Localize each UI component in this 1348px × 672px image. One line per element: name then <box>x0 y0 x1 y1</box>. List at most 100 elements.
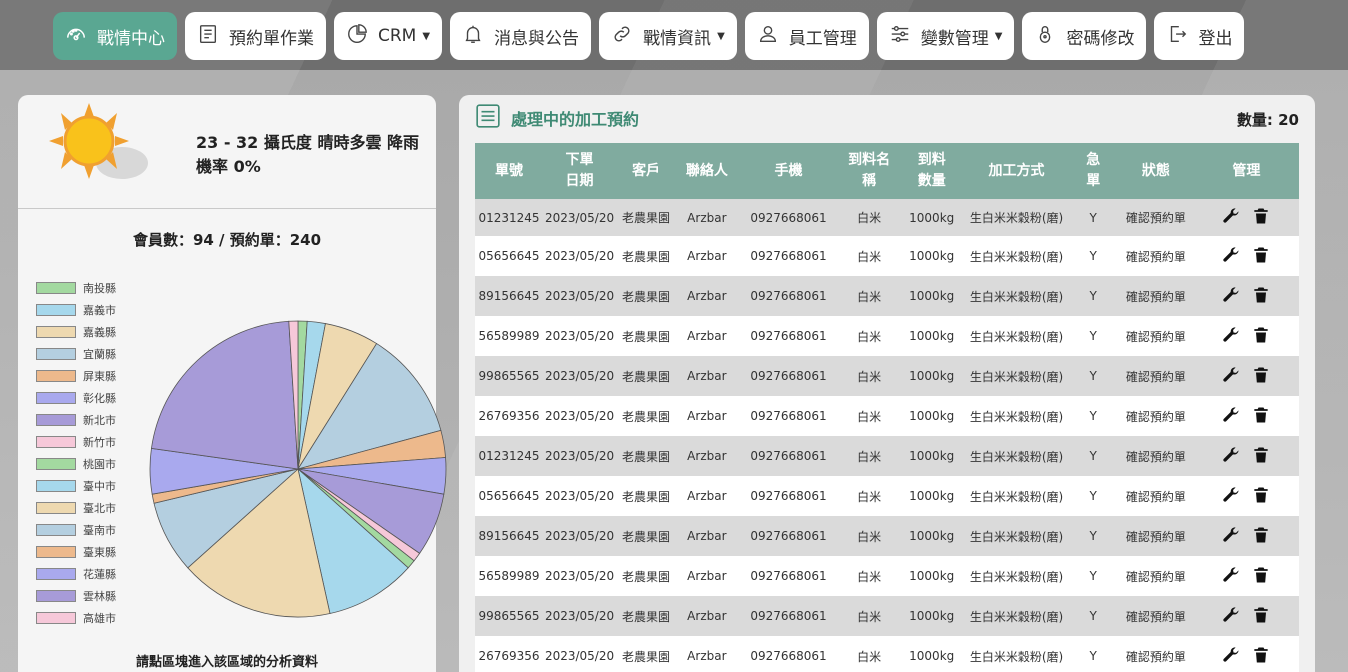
nav-variables-button[interactable]: 變數管理 ▼ <box>876 12 1015 60</box>
table-cell: 生白米米穀粉(磨) <box>969 329 1064 344</box>
table-cell: Arzbar <box>687 369 727 383</box>
wrench-edit-icon[interactable] <box>1221 285 1241 308</box>
legend-item[interactable]: 宜蘭縣 <box>36 343 116 365</box>
sun-cloud-icon <box>34 101 154 195</box>
table-cell: 2023/05/20 <box>544 289 615 303</box>
dashboard-icon <box>65 23 87 50</box>
trash-icon[interactable] <box>1251 206 1271 229</box>
column-header: 管理 <box>1232 162 1261 179</box>
table-cell: 確認預約單 <box>1125 211 1186 225</box>
legend-item[interactable]: 桃園市 <box>36 453 116 475</box>
nav-staff-button[interactable]: 員工管理 <box>744 12 869 60</box>
legend-item[interactable]: 臺南市 <box>36 519 116 541</box>
column-header: 下單 日期 <box>565 152 594 189</box>
table-cell: 老農果園 <box>622 249 671 264</box>
legend-item[interactable]: 花蓮縣 <box>36 563 116 585</box>
legend-label: 屏東縣 <box>83 370 116 383</box>
legend-item[interactable]: 屏東縣 <box>36 365 116 387</box>
nav-dashboard-button[interactable]: 戰情中心 <box>53 12 177 60</box>
legend-label: 嘉義縣 <box>83 326 116 339</box>
table-cell: Y <box>1089 409 1097 423</box>
pie-slice[interactable] <box>150 320 299 470</box>
table-row[interactable]: 26769356 2023/05/20 老農果園 Arzbar 0927668061 白米… <box>475 636 1299 672</box>
table-row[interactable]: 99865565 2023/05/20 老農果園 Arzbar 0927668061 白米… <box>475 596 1299 636</box>
table-row[interactable]: 89156645 2023/05/20 老農果園 Arzbar 0927668061 白米… <box>475 516 1299 556</box>
legend-item[interactable]: 高雄市 <box>36 607 116 629</box>
nav-reservations-button[interactable]: 預約單作業 <box>185 12 326 60</box>
table-cell: 白米 <box>857 569 882 584</box>
legend-item[interactable]: 臺東縣 <box>36 541 116 563</box>
table-cell: 老農果園 <box>622 449 671 464</box>
table-header-row: 單號 下單 日期 客戶 聯絡人 手機 到料名稱到料 數量 加工方式 急單 狀態 管理 <box>475 143 1299 199</box>
legend-label: 高雄市 <box>83 612 116 625</box>
legend-item[interactable]: 彰化縣 <box>36 387 116 409</box>
legend-item[interactable]: 嘉義市 <box>36 299 116 321</box>
table-row[interactable]: 05656645 2023/05/20 老農果園 Arzbar 0927668061 白米… <box>475 476 1299 516</box>
trash-icon[interactable] <box>1251 565 1271 588</box>
wrench-edit-icon[interactable] <box>1221 525 1241 548</box>
column-header: 急單 <box>1086 152 1101 189</box>
legend-label: 新北市 <box>83 414 116 427</box>
nav-label: 員工管理 <box>788 28 857 49</box>
table-cell: 56589989 <box>478 329 540 343</box>
wrench-edit-icon[interactable] <box>1221 365 1241 388</box>
legend-item[interactable]: 臺北市 <box>36 497 116 519</box>
table-cell: 1000kg <box>909 289 955 303</box>
table-cell: Y <box>1089 609 1097 623</box>
table-row[interactable]: 05656645 2023/05/20 老農果園 Arzbar 0927668061 白米… <box>475 236 1299 276</box>
trash-icon[interactable] <box>1251 325 1271 348</box>
table-row[interactable]: 01231245 2023/05/20 老農果園 Arzbar 0927668061 白米… <box>475 199 1299 236</box>
table-cell: 0927668061 <box>750 609 827 623</box>
table-cell: 確認預約單 <box>1125 409 1186 424</box>
trash-icon[interactable] <box>1251 365 1271 388</box>
wrench-edit-icon[interactable] <box>1221 565 1241 588</box>
wrench-edit-icon[interactable] <box>1221 206 1241 229</box>
trash-icon[interactable] <box>1251 245 1271 268</box>
nav-logout-button[interactable]: 登出 <box>1154 12 1245 60</box>
legend-item[interactable]: 雲林縣 <box>36 585 116 607</box>
trash-icon[interactable] <box>1251 485 1271 508</box>
table-row[interactable]: 26769356 2023/05/20 老農果園 Arzbar 0927668061 白米… <box>475 396 1299 436</box>
row-actions <box>1194 516 1299 556</box>
wrench-edit-icon[interactable] <box>1221 485 1241 508</box>
legend-item[interactable]: 臺中市 <box>36 475 116 497</box>
nav-info-button[interactable]: 戰情資訊 ▼ <box>599 12 737 60</box>
wrench-edit-icon[interactable] <box>1221 245 1241 268</box>
trash-icon[interactable] <box>1251 645 1271 668</box>
table-row[interactable]: 56589989 2023/05/20 老農果園 Arzbar 0927668061 白米… <box>475 556 1299 596</box>
nav-label: 預約單作業 <box>229 28 314 49</box>
legend-label: 南投縣 <box>83 282 116 295</box>
table-row[interactable]: 99865565 2023/05/20 老農果園 Arzbar 0927668061 白米… <box>475 356 1299 396</box>
wrench-edit-icon[interactable] <box>1221 645 1241 668</box>
wrench-edit-icon[interactable] <box>1221 405 1241 428</box>
legend-item[interactable]: 新北市 <box>36 409 116 431</box>
table-cell: 05656645 <box>478 249 540 263</box>
nav-crm-button[interactable]: CRM ▼ <box>334 12 443 60</box>
table-cell: 01231245 <box>478 449 540 463</box>
row-actions <box>1194 236 1299 276</box>
wrench-edit-icon[interactable] <box>1221 445 1241 468</box>
trash-icon[interactable] <box>1251 445 1271 468</box>
legend-swatch <box>36 590 76 602</box>
nav-password-button[interactable]: 密碼修改 <box>1022 12 1147 60</box>
table-cell: Y <box>1089 210 1097 225</box>
table-cell: Arzbar <box>687 210 727 225</box>
wrench-edit-icon[interactable] <box>1221 325 1241 348</box>
trash-icon[interactable] <box>1251 605 1271 628</box>
trash-icon[interactable] <box>1251 525 1271 548</box>
legend-swatch <box>36 436 76 448</box>
table-row[interactable]: 56589989 2023/05/20 老農果園 Arzbar 0927668061 白米… <box>475 316 1299 356</box>
wrench-edit-icon[interactable] <box>1221 605 1241 628</box>
table-row[interactable]: 01231245 2023/05/20 老農果園 Arzbar 0927668061 白米… <box>475 436 1299 476</box>
trash-icon[interactable] <box>1251 285 1271 308</box>
nav-news-button[interactable]: 消息與公告 <box>450 12 592 60</box>
table-cell: 0927668061 <box>750 569 827 583</box>
chevron-down-icon: ▼ <box>422 30 431 42</box>
table-cell: 56589989 <box>478 569 540 583</box>
table-row[interactable]: 89156645 2023/05/20 老農果園 Arzbar 0927668061 白米… <box>475 276 1299 316</box>
legend-item[interactable]: 南投縣 <box>36 277 116 299</box>
trash-icon[interactable] <box>1251 405 1271 428</box>
legend-swatch <box>36 458 76 470</box>
legend-item[interactable]: 新竹市 <box>36 431 116 453</box>
legend-item[interactable]: 嘉義縣 <box>36 321 116 343</box>
